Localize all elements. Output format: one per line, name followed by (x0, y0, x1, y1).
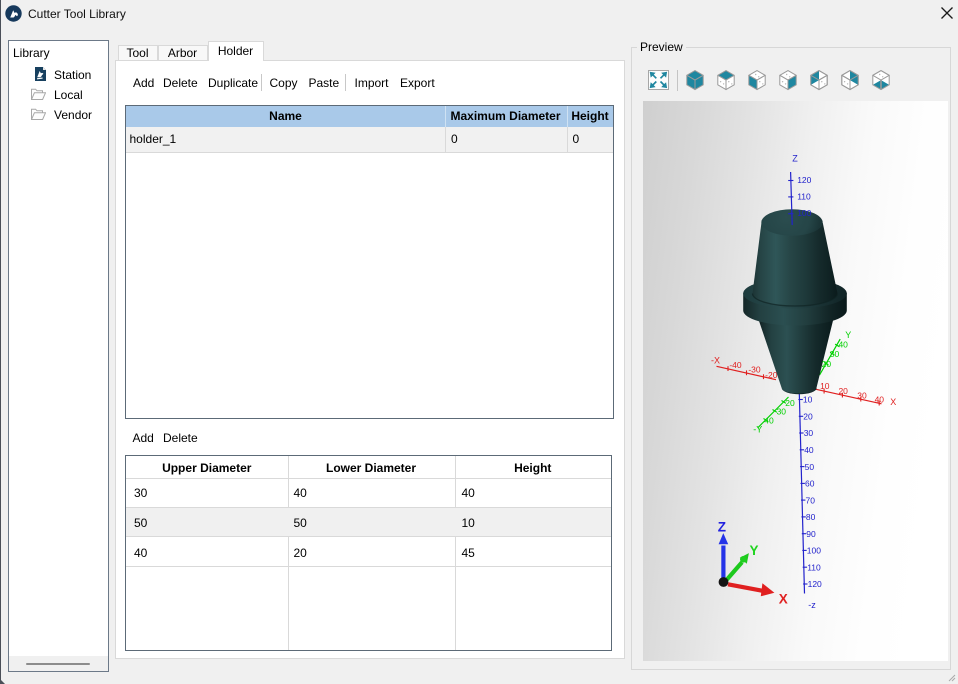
svg-text:X: X (779, 591, 788, 606)
svg-text:-30: -30 (748, 364, 761, 374)
svg-text:60: 60 (805, 478, 815, 488)
svg-text:10: 10 (820, 380, 830, 390)
svg-text:120: 120 (808, 579, 822, 589)
svg-text:110: 110 (797, 191, 811, 201)
svg-text:30: 30 (777, 406, 787, 416)
svg-text:40: 40 (875, 394, 885, 404)
svg-text:110: 110 (807, 562, 821, 572)
svg-text:40: 40 (764, 415, 774, 425)
svg-text:-40: -40 (729, 360, 742, 370)
svg-text:10: 10 (803, 394, 813, 404)
svg-text:20: 20 (803, 411, 813, 421)
svg-text:120: 120 (797, 174, 811, 184)
svg-text:40: 40 (804, 445, 814, 455)
svg-text:20: 20 (822, 359, 832, 369)
svg-text:-20: -20 (765, 370, 778, 380)
svg-text:80: 80 (806, 512, 816, 522)
svg-text:90: 90 (806, 528, 816, 538)
svg-text:40: 40 (838, 339, 848, 349)
svg-text:20: 20 (838, 385, 848, 395)
svg-text:-X: -X (711, 355, 720, 365)
svg-text:20: 20 (785, 397, 795, 407)
svg-text:30: 30 (857, 390, 867, 400)
svg-text:50: 50 (805, 461, 815, 471)
svg-text:30: 30 (830, 348, 840, 358)
svg-text:30: 30 (804, 428, 814, 438)
svg-text:100: 100 (807, 545, 821, 555)
svg-text:100: 100 (797, 208, 811, 218)
svg-text:Y: Y (750, 543, 759, 558)
svg-text:-z: -z (808, 600, 816, 610)
svg-text:Z: Z (792, 153, 798, 163)
svg-text:X: X (890, 397, 896, 407)
svg-text:70: 70 (806, 495, 816, 505)
svg-text:-Y: -Y (753, 424, 762, 434)
svg-text:Z: Z (718, 519, 726, 534)
